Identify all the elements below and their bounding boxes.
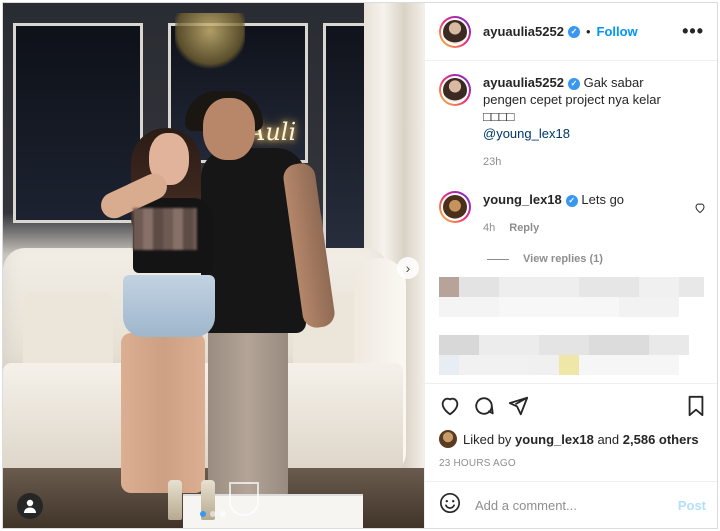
caption-body: ayuaulia5252 ✓ Gak sabar pengen cepet pro… — [483, 74, 706, 171]
blur-block — [459, 355, 529, 375]
blur-block — [459, 277, 499, 297]
comment-item: young_lex18 ✓ Lets go 4h Reply — [439, 191, 706, 237]
photo-person — [123, 275, 215, 337]
more-icon[interactable]: ••• — [682, 21, 704, 42]
comments-section: ayuaulia5252 ✓ Gak sabar pengen cepet pro… — [425, 62, 717, 382]
censor-blur — [133, 208, 197, 250]
caption-mention[interactable]: @young_lex18 — [483, 126, 570, 141]
comment-input[interactable]: Add a comment... — [475, 498, 678, 513]
post-button[interactable]: Post — [678, 498, 706, 513]
add-comment-bar: Add a comment... Post — [425, 481, 717, 528]
blur-block — [649, 335, 689, 355]
caption-time[interactable]: 23h — [483, 154, 501, 171]
avatar[interactable] — [439, 16, 471, 48]
next-arrow-icon[interactable]: › — [397, 257, 419, 279]
instagram-post: Auli › ayuaulia5252 ✓ • Follow ••• ayuau… — [2, 2, 718, 529]
carousel-dots — [200, 511, 226, 517]
blur-block — [439, 297, 499, 317]
comment-body: young_lex18 ✓ Lets go 4h Reply — [483, 191, 706, 237]
blurred-row — [439, 297, 706, 317]
comment-meta: 4h Reply — [483, 220, 684, 237]
header-separator: • — [585, 24, 591, 39]
likes-user[interactable]: young_lex18 — [515, 432, 594, 447]
photo-person — [203, 98, 255, 160]
blur-block — [439, 355, 459, 375]
blurred-row — [439, 355, 706, 375]
carousel-dot — [220, 511, 226, 517]
avatar-image — [443, 19, 467, 44]
blur-block — [529, 355, 559, 375]
blurred-comment — [439, 277, 706, 317]
caption: ayuaulia5252 ✓ Gak sabar pengen cepet pro… — [439, 74, 706, 171]
blur-block — [589, 335, 649, 355]
blur-block — [439, 277, 459, 297]
comment-icon[interactable] — [473, 395, 495, 417]
header-username[interactable]: ayuaulia5252 — [483, 24, 564, 39]
avatar[interactable] — [439, 74, 471, 106]
likes-prefix: Liked by — [463, 431, 512, 447]
save-icon[interactable] — [686, 395, 706, 417]
reply-button[interactable]: Reply — [509, 220, 539, 237]
photo-bottle — [168, 480, 182, 520]
view-replies-label: View replies (1) — [523, 253, 603, 265]
likes-summary: Liked by young_lex18 and 2,586 others — [439, 430, 699, 448]
blur-block — [579, 277, 639, 297]
post-sidebar: ayuaulia5252 ✓ • Follow ••• ayuaulia5252… — [424, 3, 717, 528]
photo-pillow — [23, 293, 113, 373]
blur-block — [539, 335, 589, 355]
user-tag-icon[interactable] — [17, 493, 43, 519]
comment-username[interactable]: young_lex18 — [483, 192, 562, 207]
verified-icon: ✓ — [567, 78, 580, 90]
verified-icon: ✓ — [565, 195, 578, 207]
action-bar — [425, 383, 717, 427]
blur-block — [679, 277, 704, 297]
emoji-icon[interactable] — [439, 492, 461, 519]
likes-middle: and — [597, 431, 620, 447]
verified-icon: ✓ — [567, 25, 580, 38]
avatar-image — [443, 195, 467, 219]
divider — [487, 258, 509, 260]
heart-icon[interactable] — [694, 201, 706, 219]
blur-block — [579, 355, 679, 375]
blur-block — [559, 355, 579, 375]
avatar[interactable] — [439, 191, 471, 223]
follow-button[interactable]: Follow — [597, 24, 638, 39]
view-replies-button[interactable]: View replies (1) — [487, 253, 706, 265]
photo-person — [121, 333, 205, 493]
caption-username[interactable]: ayuaulia5252 — [483, 75, 564, 90]
carousel-dot — [200, 511, 206, 517]
comment-text: Lets go — [581, 192, 625, 207]
avatar[interactable] — [439, 430, 457, 448]
photo-glass — [229, 482, 259, 516]
blur-block — [619, 297, 679, 317]
blur-block — [499, 297, 619, 317]
blurred-row — [439, 335, 706, 355]
avatar-image — [443, 78, 467, 102]
post-header: ayuaulia5252 ✓ • Follow ••• — [425, 3, 717, 61]
carousel-dot — [210, 511, 216, 517]
blurred-row — [439, 277, 706, 297]
post-photo[interactable]: Auli › — [3, 3, 424, 528]
blur-block — [499, 277, 579, 297]
blur-block — [439, 335, 479, 355]
heart-icon[interactable] — [439, 395, 461, 417]
blur-block — [639, 277, 679, 297]
likes-others[interactable]: 2,586 others — [623, 432, 699, 447]
blur-block — [479, 335, 539, 355]
caption-meta: 23h — [483, 154, 684, 171]
share-icon[interactable] — [507, 395, 529, 417]
blurred-comment — [439, 335, 706, 375]
post-timestamp[interactable]: 23 HOURS AGO — [439, 458, 516, 469]
comment-time[interactable]: 4h — [483, 220, 495, 237]
